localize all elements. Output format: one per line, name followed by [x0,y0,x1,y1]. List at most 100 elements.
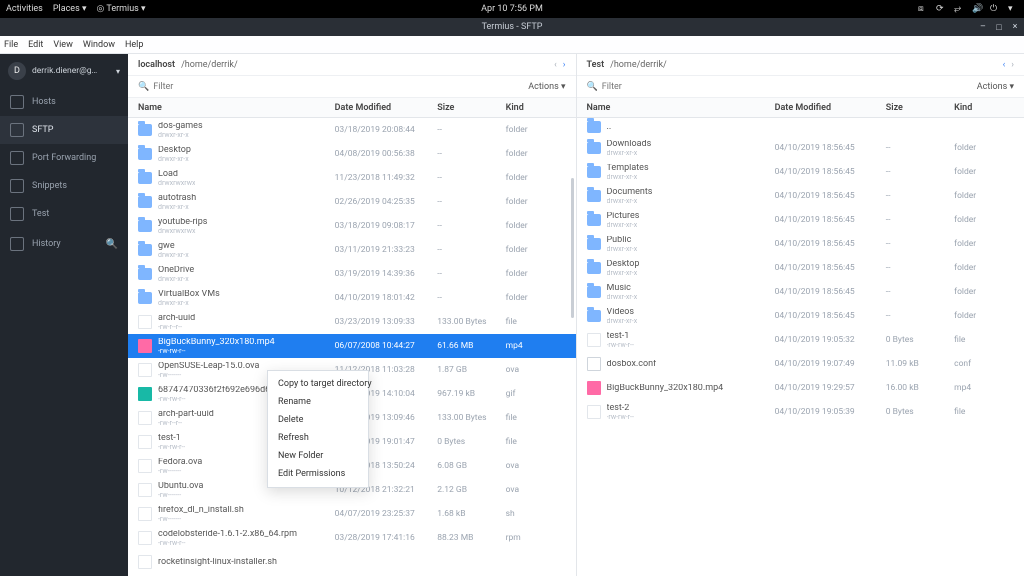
context-menu-item-rename[interactable]: Rename [268,393,368,411]
up-directory[interactable]: .. [577,118,1024,136]
file-row[interactable]: BigBuckBunny_320x180.mp4-rw-rw-r--06/07/… [128,334,576,358]
file-row[interactable]: test-1-rw-rw-r--04/10/2019 19:05:320 Byt… [577,328,1024,352]
remote-back-button[interactable]: ‹ [1003,60,1006,70]
menu-edit[interactable]: Edit [28,40,43,50]
col-date[interactable]: Date Modified [775,103,886,113]
account-switcher[interactable]: D derrik.diener@gmail.com ▾ [0,54,128,88]
file-row[interactable]: Loaddrwxrwxrwx11/23/2018 11:49:32--folde… [128,166,576,190]
window-titlebar[interactable]: Termius - SFTP – □ × [0,18,1024,36]
menu-file[interactable]: File [4,40,18,50]
window-close-button[interactable]: × [1010,22,1020,33]
local-columns-header[interactable]: Name Date Modified Size Kind [128,98,576,118]
col-kind[interactable]: Kind [954,103,1014,113]
file-row[interactable]: Musicdrwxr-xr-x04/10/2019 18:56:45--fold… [577,280,1024,304]
context-menu-item-new-folder[interactable]: New Folder [268,447,368,465]
window-minimize-button[interactable]: – [978,22,988,33]
file-date: 04/10/2019 19:29:57 [775,383,886,393]
local-forward-button[interactable]: › [563,60,566,70]
context-menu[interactable]: Copy to target directoryRenameDeleteRefr… [267,370,369,488]
file-row[interactable]: firefox_dl_n_install.sh-rw-------04/07/2… [128,502,576,526]
remote-columns-header[interactable]: Name Date Modified Size Kind [577,98,1024,118]
remote-file-list[interactable]: ..Downloadsdrwxr-xr-x04/10/2019 18:56:45… [577,118,1024,576]
file-date: 04/10/2019 18:56:45 [775,167,886,177]
sidebar-item-sftp[interactable]: SFTP [0,116,128,144]
file-row[interactable]: arch-uuid-rw-r--r--03/23/2019 13:09:3313… [128,310,576,334]
file-kind: sh [506,509,566,519]
local-filter-input[interactable] [153,82,524,92]
file-row[interactable]: Documentsdrwxr-xr-x04/10/2019 18:56:45--… [577,184,1024,208]
file-row[interactable]: BigBuckBunny_320x180.mp404/10/2019 19:29… [577,376,1024,400]
scrollbar[interactable] [571,178,574,318]
file-row[interactable]: OneDrivedrwxr-xr-x03/19/2019 14:39:36--f… [128,262,576,286]
context-menu-item-copy-to-target-directory[interactable]: Copy to target directory [268,375,368,393]
sidebar-item-port-forwarding[interactable]: Port Forwarding [0,144,128,172]
file-date: 03/18/2019 20:08:44 [335,125,438,135]
menu-view[interactable]: View [53,40,72,50]
file-row[interactable]: gwedrwxr-xr-x03/11/2019 21:33:23--folder [128,238,576,262]
file-row[interactable]: codelobsteride-1.6.1-2.x86_64.rpm-rw-rw-… [128,526,576,550]
file-icon [138,483,152,497]
file-row[interactable]: Publicdrwxr-xr-x04/10/2019 18:56:45--fol… [577,232,1024,256]
file-permissions: drwxr-xr-x [607,270,640,277]
col-name[interactable]: Name [138,103,335,113]
file-name: dos-games [158,122,203,131]
file-row[interactable]: Desktopdrwxr-xr-x04/08/2019 00:56:38--fo… [128,142,576,166]
file-permissions: drwxr-xr-x [607,246,638,253]
col-date[interactable]: Date Modified [335,103,438,113]
local-host-label[interactable]: localhost [138,60,175,70]
history-search-icon[interactable]: 🔍 [106,239,118,250]
updates-tray-icon[interactable]: ⟳ [936,4,946,14]
sidebar-item-test[interactable]: Test [0,200,128,228]
col-kind[interactable]: Kind [506,103,566,113]
search-icon: 🔍 [138,82,149,92]
file-size: -- [886,287,954,297]
system-menu-chevron-icon[interactable]: ▾ [1008,4,1018,14]
file-name: Videos [607,308,638,317]
file-kind: conf [954,359,1014,369]
menu-help[interactable]: Help [125,40,143,50]
col-size[interactable]: Size [437,103,505,113]
activities-button[interactable]: Activities [6,4,43,14]
file-kind: folder [954,263,1014,273]
local-back-button[interactable]: ‹ [554,60,557,70]
local-actions-dropdown[interactable]: Actions ▾ [528,82,565,92]
local-file-list[interactable]: dos-gamesdrwxr-xr-x03/18/2019 20:08:44--… [128,118,576,576]
window-maximize-button[interactable]: □ [994,22,1004,33]
file-row[interactable]: autotrashdrwxr-xr-x02/26/2019 04:25:35--… [128,190,576,214]
context-menu-item-delete[interactable]: Delete [268,411,368,429]
remote-actions-dropdown[interactable]: Actions ▾ [977,82,1014,92]
file-row[interactable]: rocketinsight-linux-installer.sh [128,550,576,574]
remote-forward-button[interactable]: › [1011,60,1014,70]
file-row[interactable]: Templatesdrwxr-xr-x04/10/2019 18:56:45--… [577,160,1024,184]
context-menu-item-edit-permissions[interactable]: Edit Permissions [268,465,368,483]
places-menu[interactable]: Places ▾ [53,4,87,14]
folder-icon [587,121,601,133]
col-name[interactable]: Name [587,103,775,113]
termius-appmenu[interactable]: ◎ Termius ▾ [96,4,145,14]
sidebar-item-snippets[interactable]: Snippets [0,172,128,200]
power-tray-icon[interactable]: ⏻ [990,4,1000,14]
menu-window[interactable]: Window [83,40,115,50]
file-row[interactable]: youtube-ripsdrwxrwxrwx03/18/2019 09:08:1… [128,214,576,238]
file-row[interactable]: Desktopdrwxr-xr-x04/10/2019 18:56:45--fo… [577,256,1024,280]
local-path[interactable]: /home/derrik/ [181,60,238,70]
network-tray-icon[interactable]: ⥂ [954,4,964,14]
volume-tray-icon[interactable]: 🔊 [972,4,982,14]
col-size[interactable]: Size [886,103,954,113]
clock[interactable]: Apr 10 7:56 PM [481,4,543,14]
dropbox-tray-icon[interactable]: ⧈ [918,4,928,14]
remote-filter-input[interactable] [602,82,973,92]
file-row[interactable]: Picturesdrwxr-xr-x04/10/2019 18:56:45--f… [577,208,1024,232]
sidebar-item-history[interactable]: History🔍 [0,230,128,258]
remote-host-label[interactable]: Test [587,60,605,70]
file-row[interactable]: VirtualBox VMsdrwxr-xr-x04/10/2019 18:01… [128,286,576,310]
sidebar-item-hosts[interactable]: Hosts [0,88,128,116]
file-row[interactable]: Downloadsdrwxr-xr-x04/10/2019 18:56:45--… [577,136,1024,160]
file-row[interactable]: dosbox.conf04/10/2019 19:07:4911.09 kBco… [577,352,1024,376]
remote-path[interactable]: /home/derrik/ [610,60,667,70]
file-row[interactable]: test-2-rw-rw-r--04/10/2019 19:05:390 Byt… [577,400,1024,424]
context-menu-item-refresh[interactable]: Refresh [268,429,368,447]
file-row[interactable]: dos-gamesdrwxr-xr-x03/18/2019 20:08:44--… [128,118,576,142]
file-row[interactable]: Videosdrwxr-xr-x04/10/2019 18:56:45--fol… [577,304,1024,328]
file-size: -- [437,173,505,183]
